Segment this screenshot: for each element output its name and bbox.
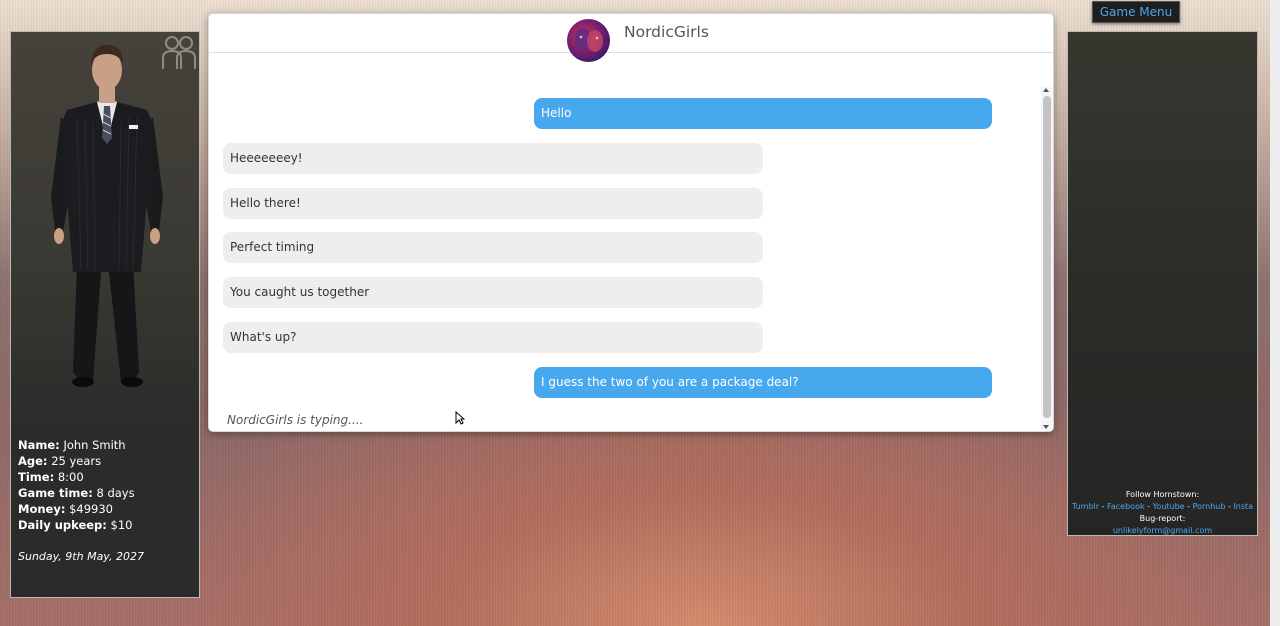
footer-links: Follow Hornstown: Tumblr - Facebook - Yo… [1068, 489, 1257, 537]
message-received: Perfect timing [223, 232, 763, 263]
message-received: You caught us together [223, 277, 763, 308]
link-facebook[interactable]: Facebook [1107, 502, 1145, 511]
chat-header: NordicGirls [209, 14, 1053, 53]
link-tumblr[interactable]: Tumblr [1072, 502, 1099, 511]
separator: - [1147, 502, 1151, 511]
stat-upkeep: Daily upkeep: $10 [18, 518, 133, 532]
message-sent: Hello [534, 98, 992, 129]
bug-report-email[interactable]: unlikelyform@gmail.com [1068, 525, 1257, 537]
link-youtube[interactable]: Youtube [1153, 502, 1185, 511]
player-stats: Name: John Smith Age: 25 years Time: 8:0… [18, 437, 135, 533]
group-icon[interactable] [161, 34, 197, 70]
chat-title: NordicGirls [624, 23, 709, 41]
link-pornhub[interactable]: Pornhub [1193, 502, 1226, 511]
stat-time: Time: 8:00 [18, 470, 84, 484]
typing-indicator: NordicGirls is typing.... [227, 413, 364, 427]
game-menu-button[interactable]: Game Menu [1092, 1, 1180, 23]
message-received: Heeeeeeey! [223, 143, 763, 174]
bug-report-label: Bug-report: [1139, 514, 1186, 523]
side-panel: Follow Hornstown: Tumblr - Facebook - Yo… [1067, 31, 1258, 536]
player-panel: Name: John Smith Age: 25 years Time: 8:0… [10, 31, 200, 598]
contact-avatar[interactable] [567, 19, 610, 62]
player-avatar [11, 32, 199, 422]
stat-name: Name: John Smith [18, 438, 126, 452]
cursor-icon [455, 411, 465, 425]
follow-label: Follow Hornstown: [1125, 490, 1200, 499]
message-list[interactable]: Hello Heeeeeeey! Hello there! Perfect ti… [209, 14, 1041, 431]
separator: - [1101, 502, 1105, 511]
chat-scrollbar[interactable] [1041, 87, 1053, 430]
chat-window: Hello Heeeeeeey! Hello there! Perfect ti… [208, 13, 1054, 432]
current-date: Sunday, 9th May, 2027 [18, 550, 144, 563]
stat-age: Age: 25 years [18, 454, 102, 468]
stat-game-time: Game time: 8 days [18, 486, 135, 500]
page-scrollbar[interactable] [1270, 0, 1280, 626]
stat-money: Money: $49930 [18, 502, 113, 516]
link-insta[interactable]: Insta [1233, 502, 1253, 511]
scroll-up-icon[interactable] [1043, 88, 1049, 92]
separator: - [1187, 502, 1191, 511]
scroll-down-icon[interactable] [1043, 425, 1049, 429]
separator: - [1228, 502, 1231, 511]
message-received: What's up? [223, 322, 763, 353]
scroll-thumb[interactable] [1043, 96, 1051, 418]
social-links: Tumblr - Facebook - Youtube - Pornhub - … [1068, 501, 1257, 513]
message-sent: I guess the two of you are a package dea… [534, 367, 992, 398]
message-received: Hello there! [223, 188, 763, 219]
